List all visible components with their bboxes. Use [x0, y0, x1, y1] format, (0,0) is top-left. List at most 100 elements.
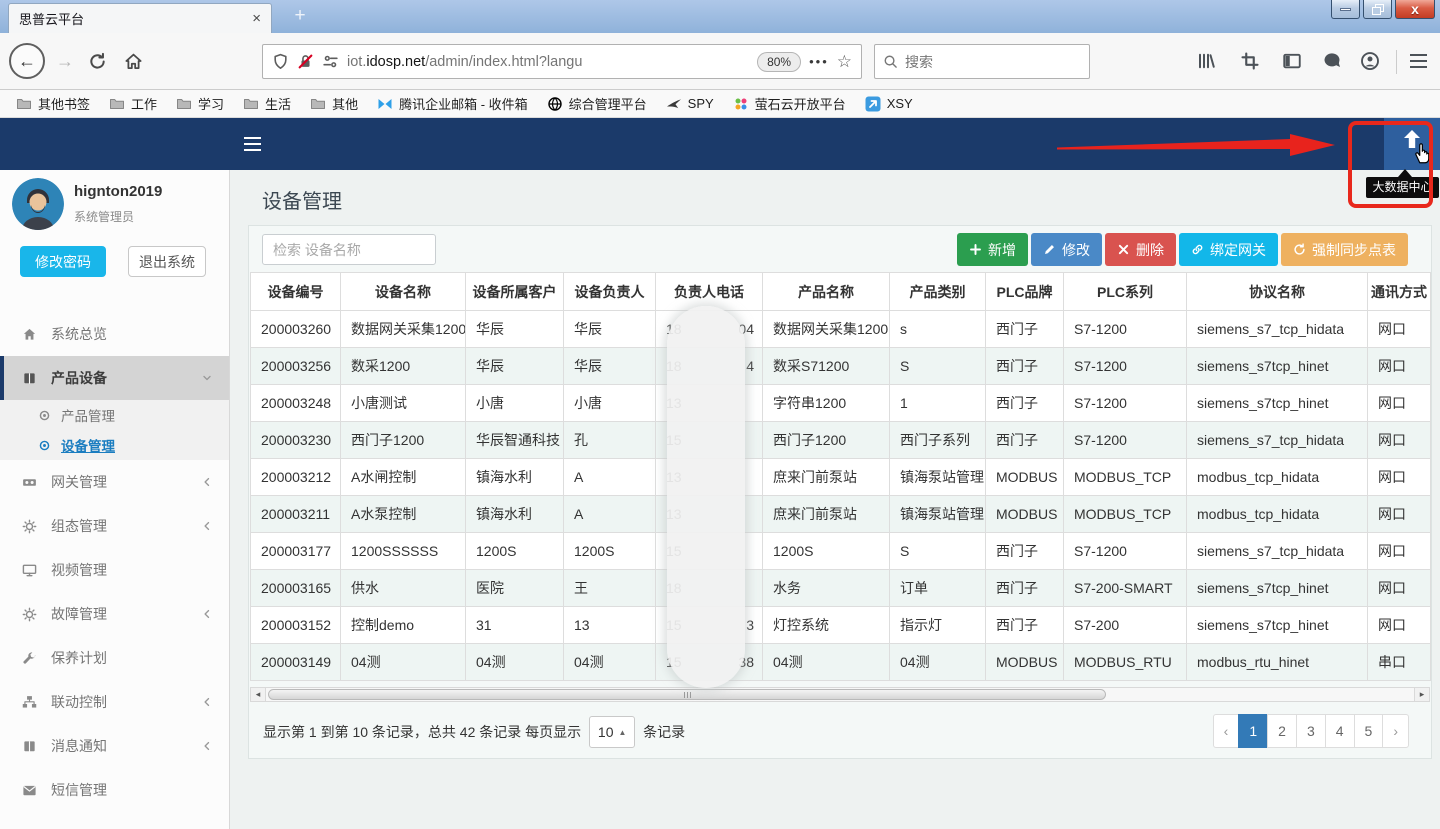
table-row[interactable]: 200003165供水医院王18水务订单西门子S7-200-SMARTsieme… — [251, 570, 1431, 607]
window-controls: x — [1328, 0, 1435, 19]
search-input[interactable] — [905, 54, 1055, 70]
page-button[interactable]: 3 — [1296, 714, 1326, 748]
zoom-badge[interactable]: 80% — [757, 52, 801, 72]
toolbar-button[interactable]: 绑定网关 — [1179, 233, 1278, 266]
sidebar-item[interactable]: 联动控制 — [0, 680, 229, 724]
screenshot-icon[interactable] — [1240, 51, 1260, 71]
bookmark-item[interactable]: 学习 — [176, 94, 224, 113]
page-button[interactable]: 4 — [1325, 714, 1355, 748]
bookmark-item[interactable]: 生活 — [243, 94, 291, 113]
cell-id: 200003230 — [251, 422, 341, 459]
next-page-button[interactable]: › — [1382, 714, 1409, 748]
table-row[interactable]: 200003152控制demo3113153灯控系统指示灯西门子S7-200si… — [251, 607, 1431, 644]
bookmark-item[interactable]: 腾讯企业邮箱 - 收件箱 — [377, 94, 528, 113]
shield-icon[interactable] — [272, 53, 289, 70]
sidebar-item[interactable]: 网关管理 — [0, 460, 229, 504]
sidebar-item[interactable] — [0, 812, 229, 829]
reload-icon[interactable] — [88, 52, 107, 71]
sidebar-item-label: 短信管理 — [51, 780, 107, 800]
per-page-select[interactable]: 10 ▲ — [589, 716, 635, 748]
toolbar-button[interactable]: 修改 — [1031, 233, 1102, 266]
table-row[interactable]: 200003248小唐测试小唐小唐13字符串12001西门子S7-1200sie… — [251, 385, 1431, 422]
bookmark-item[interactable]: 其他 — [310, 94, 358, 113]
exmail-icon — [377, 96, 393, 112]
sidebar-item-label: 联动控制 — [51, 692, 107, 712]
page-button[interactable]: 5 — [1354, 714, 1384, 748]
table-row[interactable]: 200003212A水闸控制镇海水利A13庶来门前泵站镇海泵站管理MODBUSM… — [251, 459, 1431, 496]
cell-owner: A — [564, 459, 656, 496]
table-row[interactable]: 200003230西门子1200华辰智通科技孔15西门子1200西门子系列西门子… — [251, 422, 1431, 459]
sidebar-item[interactable]: 系统总览 — [0, 312, 229, 356]
prev-page-button[interactable]: ‹ — [1213, 714, 1240, 748]
minimize-button[interactable] — [1331, 0, 1360, 19]
book-icon — [22, 739, 37, 754]
url-bar[interactable]: iot.idosp.net/admin/index.html?langu 80%… — [262, 44, 862, 79]
cell-plc_series: MODBUS_RTU — [1064, 644, 1187, 681]
menu-icon[interactable] — [1410, 54, 1427, 68]
forward-button[interactable]: → — [56, 51, 74, 72]
app-menu-icon[interactable] — [244, 137, 261, 151]
device-panel: 新增修改删除绑定网关强制同步点表 设备编号设备名称设备所属客户设备负责人负责人电… — [248, 225, 1432, 759]
cell-protocol: siemens_s7_tcp_hidata — [1187, 533, 1368, 570]
close-button[interactable]: x — [1395, 0, 1435, 19]
scrollbar-track[interactable] — [266, 688, 1414, 701]
cell-owner: 孔 — [564, 422, 656, 459]
logout-button[interactable]: 退出系统 — [128, 246, 206, 277]
annotation-box — [1348, 121, 1433, 208]
cell-customer: 31 — [466, 607, 564, 644]
back-button[interactable]: ← — [9, 43, 45, 79]
cell-id: 200003256 — [251, 348, 341, 385]
toolbar-button[interactable]: 删除 — [1105, 233, 1176, 266]
page-button[interactable]: 1 — [1238, 714, 1268, 748]
cell-name: A水闸控制 — [341, 459, 466, 496]
page-button[interactable]: 2 — [1267, 714, 1297, 748]
bookmark-item[interactable]: 工作 — [109, 94, 157, 113]
scrollbar-thumb[interactable] — [268, 689, 1106, 700]
sidebar-item[interactable]: 视频管理 — [0, 548, 229, 592]
sidebar-item[interactable]: 组态管理 — [0, 504, 229, 548]
sidebar-subitem[interactable]: 产品管理 — [0, 400, 229, 430]
sidebar-item[interactable]: 产品设备 — [0, 356, 229, 400]
bookmark-item[interactable]: 综合管理平台 — [547, 94, 647, 113]
bookmark-item[interactable]: 萤石云开放平台 — [733, 94, 846, 113]
sidebar-item[interactable]: 故障管理 — [0, 592, 229, 636]
sidebar-subitem[interactable]: 设备管理 — [0, 430, 229, 460]
tab-close-icon[interactable]: × — [252, 11, 261, 26]
sidebar-item[interactable]: 短信管理 — [0, 768, 229, 812]
spy-icon — [666, 96, 682, 112]
bookmark-item[interactable]: XSY — [865, 96, 913, 112]
new-tab-button[interactable]: + — [286, 5, 314, 28]
change-password-button[interactable]: 修改密码 — [20, 246, 106, 277]
cell-product: 字符串1200 — [763, 385, 890, 422]
table-row[interactable]: 200003256数采1200华辰华辰184数采S71200S西门子S7-120… — [251, 348, 1431, 385]
scroll-right-icon[interactable]: ▸ — [1414, 688, 1429, 701]
sidebar-icon[interactable] — [1282, 51, 1302, 71]
table-row[interactable]: 2000031771200SSSSSS1200S1200S151200SS西门子… — [251, 533, 1431, 570]
bookmark-item[interactable]: SPY — [666, 96, 714, 112]
browser-search[interactable] — [874, 44, 1090, 79]
toolbar-button[interactable]: 强制同步点表 — [1281, 233, 1408, 266]
account-icon[interactable] — [1360, 51, 1380, 71]
avatar[interactable] — [12, 178, 64, 230]
table-row[interactable]: 200003260数据网关采集1200华辰华辰1804数据网关采集1200s西门… — [251, 311, 1431, 348]
bookmark-item[interactable]: 其他书签 — [16, 94, 90, 113]
scroll-left-icon[interactable]: ◂ — [251, 688, 266, 701]
bookmark-star-icon[interactable]: ☆ — [837, 52, 852, 72]
toolbar-button[interactable]: 新增 — [957, 233, 1028, 266]
cell-id: 200003211 — [251, 496, 341, 533]
home-icon[interactable] — [124, 52, 143, 71]
table-row[interactable]: 20000314904测04测04测153804测04测MODBUSMODBUS… — [251, 644, 1431, 681]
page-actions-icon[interactable]: ••• — [809, 54, 829, 69]
pocket-icon[interactable] — [1322, 51, 1342, 71]
cell-product: 西门子1200 — [763, 422, 890, 459]
cell-plc_series: S7-200 — [1064, 607, 1187, 644]
browser-tab[interactable]: 思普云平台 × — [8, 3, 272, 33]
sidebar-item[interactable]: 保养计划 — [0, 636, 229, 680]
library-icon[interactable] — [1196, 51, 1216, 71]
restore-button[interactable] — [1363, 0, 1392, 19]
permissions-icon[interactable] — [322, 53, 339, 70]
table-row[interactable]: 200003211A水泵控制镇海水利A13庶来门前泵站镇海泵站管理MODBUSM… — [251, 496, 1431, 533]
sidebar-item[interactable]: 消息通知 — [0, 724, 229, 768]
device-search-input[interactable] — [262, 234, 436, 265]
horizontal-scrollbar[interactable]: ◂ ▸ — [250, 687, 1430, 702]
